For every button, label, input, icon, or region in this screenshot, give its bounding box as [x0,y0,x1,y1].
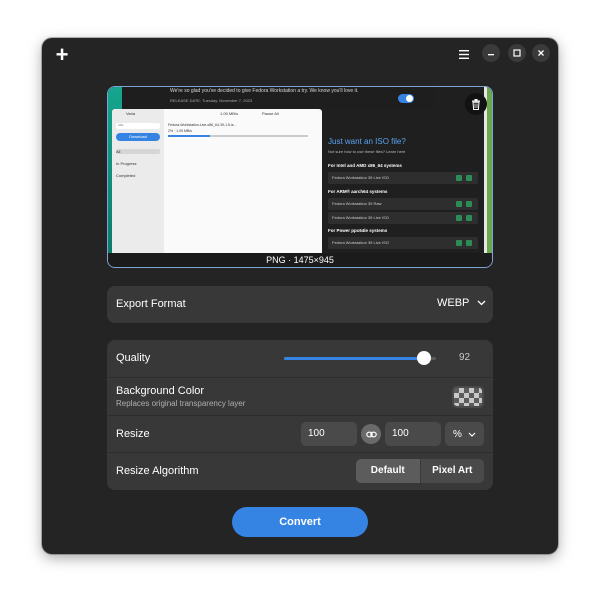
resize-algorithm-row: Resize Algorithm Default Pixel Art [107,452,493,490]
quality-slider-thumb[interactable] [416,351,431,365]
maximize-icon[interactable] [508,44,526,62]
preview-download-row: Fedora Workstation 39 Live ISO [328,212,478,224]
resize-algorithm-label: Resize Algorithm [116,465,199,477]
resize-algorithm-toggle: Default Pixel Art [356,459,484,483]
preview-download-row: Fedora Workstation 39 Live ISO [328,237,478,249]
resize-unit-value: % [453,428,462,440]
preview-nav-completed: Completed [116,173,136,178]
preview-download-row: Fedora Workstation 39 Live ISO [328,172,478,184]
preview-iso-sub: Not sure how to use these files? Learn h… [328,149,406,154]
export-format-value: WEBP [437,297,470,309]
preview-file-name: Fedora-Workstation-Live-x86_64-39-1.5.is… [168,123,237,127]
resize-label: Resize [116,428,150,440]
resize-row: Resize 100 100 % [107,415,493,452]
background-color-row: Background Color Replaces original trans… [107,377,493,415]
image-preview: We're so glad you've decided to give Fed… [107,86,493,268]
algorithm-default-button[interactable]: Default [356,459,420,483]
algorithm-pixel-art-button[interactable]: Pixel Art [419,459,484,483]
preview-file-progress: 2% · 1.09 MB/s [168,129,192,133]
settings-group: Quality 92 Background Color Replaces ori… [107,340,493,490]
preview-download-row: Fedora Workstation 39 Raw [328,198,478,210]
preview-download-list: Just want an ISO file? Not sure how to u… [324,109,484,253]
preview-side-strip [484,87,492,253]
app-window: + We're so glad you've decided to give F… [42,38,558,554]
trash-icon[interactable] [465,93,487,115]
preview-caption: PNG · 1475×945 [108,253,492,267]
preview-iso-heading: Just want an ISO file? [328,137,406,146]
preview-toggle [398,94,414,103]
quality-label: Quality [116,352,151,364]
preview-nav-all: All [116,149,160,154]
preview-download-button: Download [116,133,160,141]
preview-nav-in-progress: In Progress [116,161,137,166]
convert-button[interactable]: Convert [232,507,368,537]
preview-page-header: We're so glad you've decided to give Fed… [122,87,434,109]
color-picker-button[interactable] [452,386,484,408]
close-icon[interactable] [532,44,550,62]
preview-section-title: For ARM® aarch64 systems [328,189,388,194]
quality-slider-fill [284,357,424,360]
resize-unit-dropdown[interactable]: % [445,422,484,446]
minimize-icon[interactable] [482,44,500,62]
preview-url-field: URL [116,123,160,129]
preview-image: We're so glad you've decided to give Fed… [108,87,492,253]
export-format-dropdown[interactable]: WEBP [437,297,486,309]
quality-row: Quality 92 [107,340,493,377]
link-icon[interactable] [361,424,381,444]
preview-page-intro: We're so glad you've decided to give Fed… [170,88,359,94]
preview-progress-bar [168,135,308,137]
preview-app-title: Varia [126,111,136,116]
preview-section-title: For Power ppc64le systems [328,228,388,233]
quality-value: 92 [459,352,471,363]
export-format-label: Export Format [116,298,186,310]
quality-slider[interactable] [284,351,436,365]
background-color-sublabel: Replaces original transparency layer [116,399,246,408]
preview-app-sidebar: Varia URL Download All In Progress Compl… [112,109,164,253]
preview-app-speed: 1.09 MB/s [220,111,239,116]
resize-height-input[interactable]: 100 [385,422,441,446]
background-color-label: Background Color [116,385,205,397]
resize-width-input[interactable]: 100 [301,422,357,446]
chevron-down-icon [477,300,486,306]
export-format-row[interactable]: Export Format WEBP [107,286,493,323]
plus-icon[interactable]: + [50,43,74,67]
hamburger-menu-icon[interactable] [452,44,476,64]
convert-label: Convert [279,516,321,528]
preview-release-date: RELEASE DATE: Tuesday, November 7, 2023 [170,98,253,103]
preview-pause-all: Pause All [262,111,279,116]
preview-section-title: For Intel and AMD x86_64 systems [328,163,402,168]
chevron-down-icon [468,432,476,437]
preview-app-window: Varia URL Download All In Progress Compl… [112,109,322,253]
